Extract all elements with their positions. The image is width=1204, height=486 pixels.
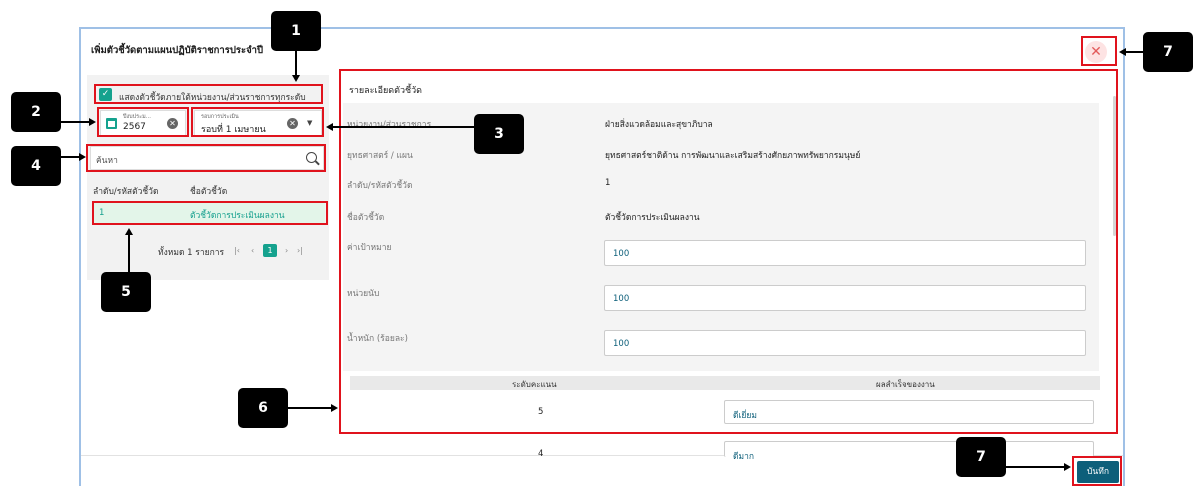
arrow-head: [89, 118, 96, 126]
arrow-line: [333, 126, 474, 128]
arrow-line: [61, 121, 89, 123]
highlight-close: [1081, 36, 1117, 66]
arrow-line: [1126, 51, 1143, 53]
first-page-button[interactable]: |‹: [234, 246, 240, 255]
arrow-line: [295, 51, 297, 75]
highlight-round: [191, 107, 324, 137]
column-header-code: ลำดับ/รหัสตัวชี้วัด: [93, 187, 159, 197]
score-cell: 4: [538, 449, 544, 459]
annotation-badge: 1: [271, 11, 321, 51]
arrow-head: [1119, 48, 1126, 56]
next-page-button[interactable]: ›: [285, 246, 288, 255]
highlight-search: [86, 144, 326, 172]
annotation-badge: 2: [11, 92, 61, 132]
current-page-button[interactable]: 1: [263, 244, 277, 257]
pagination-total: ทั้งหมด 1 รายการ: [158, 248, 225, 258]
arrow-head: [292, 75, 300, 82]
arrow-head: [125, 228, 133, 235]
highlight-row: [92, 201, 328, 225]
annotation-badge: 7: [1143, 32, 1193, 72]
arrow-line: [288, 407, 331, 409]
prev-page-button[interactable]: ‹: [251, 246, 254, 255]
column-header-name: ชื่อตัวชี้วัด: [190, 187, 228, 197]
highlight-show-all: [94, 84, 323, 104]
highlight-details: [339, 69, 1118, 434]
dialog-title: เพิ่มตัวชี้วัดตามแผนปฏิบัติราชการประจำปี: [91, 45, 264, 56]
arrow-head: [326, 123, 333, 131]
annotation-badge: 5: [101, 272, 151, 312]
last-page-button[interactable]: ›|: [297, 246, 303, 255]
arrow-head: [79, 153, 86, 161]
highlight-year: [97, 107, 189, 137]
arrow-head: [1064, 463, 1071, 471]
annotation-badge: 7: [956, 437, 1006, 477]
result-value: ดีมาก: [733, 452, 755, 462]
annotation-badge: 3: [474, 114, 524, 154]
result-field[interactable]: ดีมาก: [724, 441, 1094, 462]
highlight-save: [1072, 456, 1122, 486]
arrow-line: [61, 156, 79, 158]
annotation-badge: 4: [11, 146, 61, 186]
arrow-line: [1006, 466, 1064, 468]
annotation-badge: 6: [238, 388, 288, 428]
arrow-head: [331, 404, 338, 412]
arrow-line: [128, 235, 130, 272]
